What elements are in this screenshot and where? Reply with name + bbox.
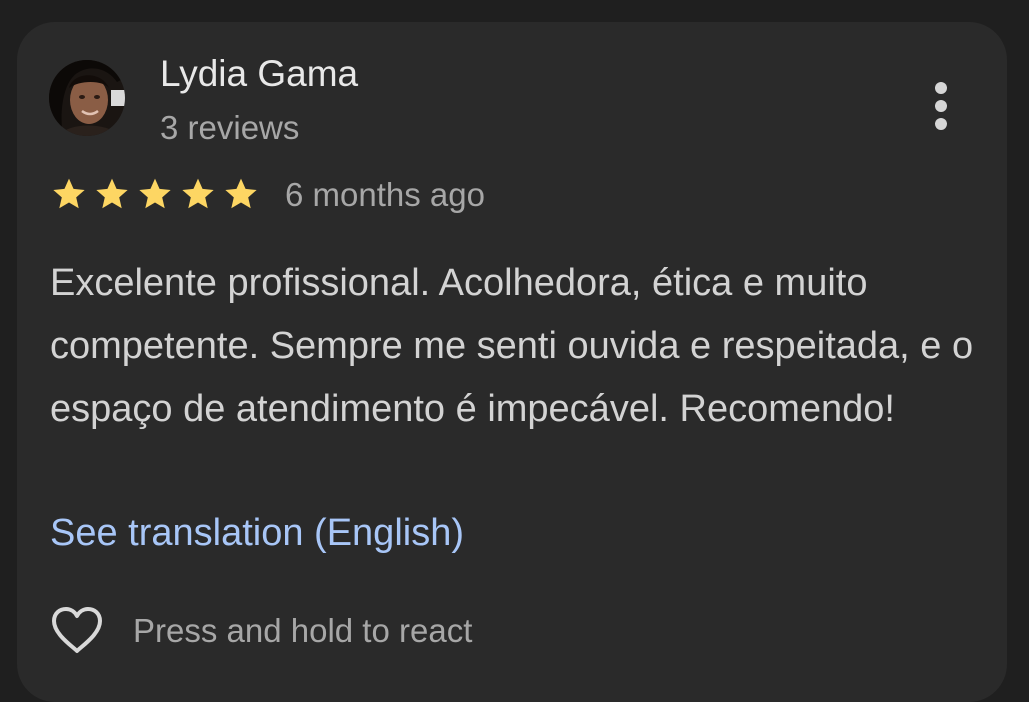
- author-review-count: 3 reviews: [160, 109, 300, 146]
- more-vert-icon: [935, 82, 947, 94]
- heart-outline-icon[interactable]: [50, 606, 104, 656]
- star-icon: [136, 177, 174, 213]
- review-card: Lydia Gama 3 reviews 6 months ago Excele…: [17, 22, 1007, 702]
- rating-row: 6 months ago: [50, 172, 485, 218]
- star-icon: [179, 177, 217, 213]
- author-name[interactable]: Lydia Gama: [160, 53, 358, 95]
- review-text: Excelente profissional. Acolhedora, étic…: [50, 262, 974, 430]
- star-rating: [50, 177, 260, 213]
- author-avatar[interactable]: [49, 60, 125, 136]
- more-vert-dot: [935, 118, 947, 130]
- react-button[interactable]: Press and hold to react: [50, 606, 472, 656]
- review-time: 6 months ago: [285, 176, 485, 213]
- star-icon: [50, 177, 88, 213]
- see-translation-link[interactable]: See translation (English): [50, 505, 464, 561]
- star-icon: [222, 177, 260, 213]
- star-icon: [93, 177, 131, 213]
- react-label: Press and hold to react: [133, 612, 473, 649]
- more-vert-dot: [935, 100, 947, 112]
- more-options-button[interactable]: [922, 80, 960, 132]
